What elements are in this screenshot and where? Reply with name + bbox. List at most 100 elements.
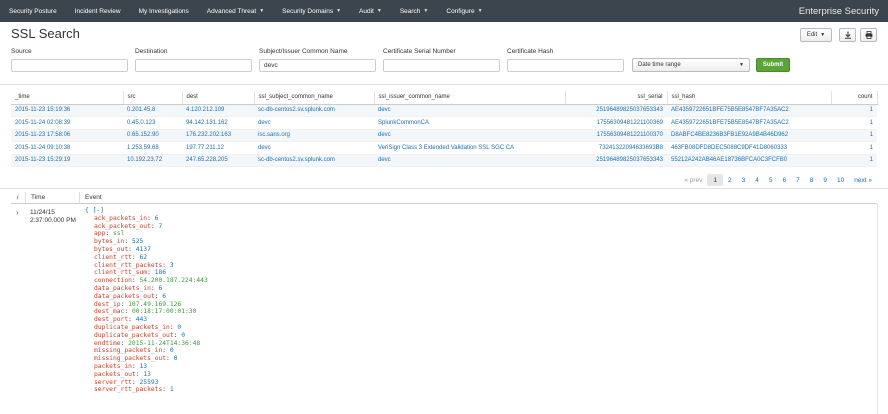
cell-time[interactable]: 2015-11-23 15:19:36 <box>11 104 123 117</box>
nav-my-investigations[interactable]: My Investigations <box>130 0 198 22</box>
cell-ssl-serial[interactable]: 25196489825037653343 <box>565 104 667 117</box>
cell-ssl-hash[interactable]: AE4359722651BFE75B5E8547BF7A35AC2 <box>667 116 831 130</box>
cell-count[interactable]: 1 <box>831 116 877 130</box>
field-key[interactable]: missing_packets_in <box>94 347 162 354</box>
cell-ssl-hash[interactable]: D8ABFC4BE8236B3FB1E92A9B4B46D962 <box>667 129 831 142</box>
field-key[interactable]: client_rtt <box>94 254 132 261</box>
cell-count[interactable]: 1 <box>831 141 877 155</box>
field-key[interactable]: endtime <box>94 340 121 347</box>
field-key[interactable]: ack_packets_out <box>94 223 151 230</box>
time-range-picker[interactable]: Date time range ▼ <box>632 58 750 72</box>
cell-src[interactable]: 1.253.59.68 <box>123 141 182 155</box>
cell-ssl-hash[interactable]: AE4359722651BFE75B5E8547BF7A35AC2 <box>667 104 831 117</box>
field-value[interactable]: 0 <box>170 347 174 354</box>
serial-input[interactable] <box>383 59 500 72</box>
field-value[interactable]: 13 <box>140 363 148 370</box>
cell-ssl-subject[interactable]: devc <box>254 116 374 130</box>
submit-button[interactable]: Submit <box>756 58 790 72</box>
col-header-time[interactable]: _time <box>11 91 124 105</box>
edit-button[interactable]: Edit ▼ <box>800 28 832 42</box>
hash-input[interactable] <box>507 59 624 72</box>
field-key[interactable]: duplicate_packets_in <box>94 324 170 331</box>
field-key[interactable]: data_packets_out <box>94 293 155 300</box>
page-link[interactable]: 3 <box>737 174 751 186</box>
page-link[interactable]: 7 <box>791 174 805 186</box>
field-key[interactable]: dest_mac <box>94 308 124 315</box>
field-value[interactable]: 4137 <box>136 246 151 253</box>
field-value[interactable]: 6 <box>158 285 162 292</box>
cell-count[interactable]: 1 <box>831 104 877 117</box>
page-link[interactable]: 5 <box>764 174 778 186</box>
cell-src[interactable]: 0.45.0.123 <box>123 116 182 130</box>
field-key[interactable]: bytes_in <box>94 238 124 245</box>
nav-audit[interactable]: Audit ▼ <box>350 0 391 22</box>
field-value[interactable]: 13 <box>143 371 151 378</box>
field-value[interactable]: 0 <box>177 324 181 331</box>
cell-dest[interactable]: 247.65.228.205 <box>182 154 254 167</box>
cell-ssl-issuer[interactable]: SplunkCommonCA <box>374 116 565 130</box>
cell-ssl-issuer[interactable]: devc <box>374 154 565 167</box>
field-key[interactable]: data_packets_in <box>94 285 151 292</box>
cell-ssl-serial[interactable]: 17556309481221100370 <box>565 129 667 142</box>
cell-ssl-subject[interactable]: sc-db-centos2.sv.splunk.com <box>254 154 374 167</box>
field-key[interactable]: dest_ip <box>94 301 121 308</box>
nav-search[interactable]: Search ▼ <box>391 0 438 22</box>
cell-ssl-serial[interactable]: 73241322094633693B8 <box>565 141 667 155</box>
cell-ssl-subject[interactable]: devc <box>254 141 374 155</box>
cell-count[interactable]: 1 <box>831 129 877 142</box>
field-key[interactable]: packets_out <box>94 371 136 378</box>
field-value[interactable]: 7 <box>158 223 162 230</box>
cell-time[interactable]: 2015-11-24 09:10:38 <box>11 141 123 155</box>
field-key[interactable]: client_rtt_packets <box>94 262 162 269</box>
col-header-ssl-hash[interactable]: ssl_hash <box>667 91 832 105</box>
cell-ssl-issuer[interactable]: devc <box>374 104 565 117</box>
page-link[interactable]: 6 <box>778 174 792 186</box>
field-value[interactable]: 54.200.187.224:443 <box>140 277 208 284</box>
field-value[interactable]: 6 <box>162 293 166 300</box>
cell-src[interactable]: 10.192.23.72 <box>123 154 182 167</box>
cell-ssl-issuer[interactable]: devc <box>374 129 565 142</box>
destination-input[interactable] <box>135 59 252 72</box>
print-button[interactable] <box>860 28 877 42</box>
field-value[interactable]: 2015-11-24T14:36:48 <box>128 340 200 347</box>
page-link[interactable]: 8 <box>805 174 819 186</box>
field-value[interactable]: 00:18:17:00:01:30 <box>132 308 196 315</box>
collapse-json-toggle[interactable]: { [-] <box>85 207 104 214</box>
nav-security-posture[interactable]: Security Posture <box>0 0 66 22</box>
field-value[interactable]: ssl <box>113 230 124 237</box>
field-key[interactable]: missing_packets_out <box>94 355 166 362</box>
cell-ssl-serial[interactable]: 25196489825037653343 <box>565 154 667 167</box>
next-page-link[interactable]: next » <box>849 174 877 186</box>
field-key[interactable]: packets_in <box>94 363 132 370</box>
field-value[interactable]: 525 <box>132 238 143 245</box>
expand-event-icon[interactable]: › <box>16 208 19 217</box>
field-value[interactable]: 0 <box>174 355 178 362</box>
cell-ssl-hash[interactable]: 463FB08DFD8DEC5088C9DF41D8060333 <box>667 141 831 155</box>
field-value[interactable]: 6 <box>155 215 159 222</box>
cell-count[interactable]: 1 <box>831 154 877 167</box>
cell-ssl-hash[interactable]: 55212A242AB46AE18736BFCA0C3FCFB0 <box>667 154 831 167</box>
col-header-ssl-serial[interactable]: ssl_serial <box>565 91 668 105</box>
col-header-src[interactable]: src <box>123 91 183 105</box>
page-link[interactable]: 2 <box>723 174 737 186</box>
cell-ssl-issuer[interactable]: VeriSign Class 3 Extended Validation SSL… <box>374 141 565 155</box>
field-value[interactable]: 443 <box>136 316 147 323</box>
field-key[interactable]: server_rtt <box>94 379 132 386</box>
field-key[interactable]: dest_port <box>94 316 128 323</box>
field-key[interactable]: app <box>94 230 105 237</box>
cell-dest[interactable]: 4.120.212.109 <box>182 104 254 117</box>
field-value[interactable]: 3 <box>170 262 174 269</box>
field-value[interactable]: 62 <box>140 254 148 261</box>
col-header-dest[interactable]: dest <box>182 91 255 105</box>
cell-time[interactable]: 2015-11-24 02:08:39 <box>11 116 123 130</box>
field-value[interactable]: 0 <box>181 332 185 339</box>
cell-dest[interactable]: 197.77.211.12 <box>182 141 254 155</box>
field-key[interactable]: duplicate_packets_out <box>94 332 174 339</box>
page-link[interactable]: 4 <box>750 174 764 186</box>
field-key[interactable]: connection <box>94 277 132 284</box>
nav-advanced-threat[interactable]: Advanced Threat ▼ <box>198 0 273 22</box>
field-value[interactable]: 1 <box>170 386 174 393</box>
cell-dest[interactable]: 94.142.131.162 <box>182 116 254 130</box>
nav-security-domains[interactable]: Security Domains ▼ <box>273 0 350 22</box>
field-value[interactable]: 186 <box>155 269 166 276</box>
